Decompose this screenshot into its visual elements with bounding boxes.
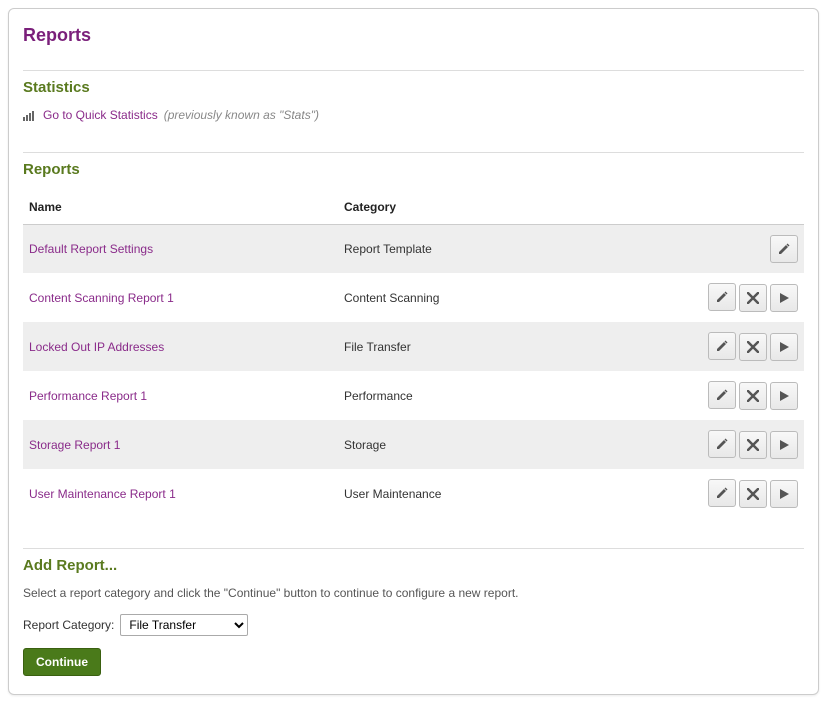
report-category-cell: Report Template	[338, 225, 684, 274]
x-icon	[747, 341, 759, 353]
play-icon	[778, 439, 790, 451]
play-icon	[778, 488, 790, 500]
pencil-icon	[715, 339, 729, 353]
report-name-link[interactable]: Default Report Settings	[29, 242, 153, 256]
delete-button[interactable]	[739, 431, 767, 459]
edit-button[interactable]	[708, 332, 736, 360]
statistics-row: Go to Quick Statistics (previously known…	[23, 108, 804, 122]
report-name-link[interactable]: Performance Report 1	[29, 389, 147, 403]
table-row: Locked Out IP Addresses File Transfer	[23, 322, 804, 371]
report-category-cell: Content Scanning	[338, 273, 684, 322]
delete-button[interactable]	[739, 480, 767, 508]
report-category-cell: User Maintenance	[338, 469, 684, 518]
continue-button[interactable]: Continue	[23, 648, 101, 676]
column-actions-header	[684, 190, 804, 225]
pencil-icon	[715, 290, 729, 304]
edit-button[interactable]	[770, 235, 798, 263]
report-name-link[interactable]: Content Scanning Report 1	[29, 291, 174, 305]
report-actions-cell	[684, 469, 804, 518]
divider	[23, 152, 804, 153]
play-icon	[778, 292, 790, 304]
pencil-icon	[777, 242, 791, 256]
edit-button[interactable]	[708, 479, 736, 507]
table-row: Default Report Settings Report Template	[23, 225, 804, 274]
statistics-hint: (previously known as "Stats")	[164, 108, 319, 122]
page-title: Reports	[23, 25, 804, 46]
reports-heading: Reports	[23, 161, 804, 178]
x-icon	[747, 439, 759, 451]
x-icon	[747, 292, 759, 304]
run-button[interactable]	[770, 480, 798, 508]
report-category-label: Report Category:	[23, 618, 114, 632]
report-name-link[interactable]: User Maintenance Report 1	[29, 487, 176, 501]
delete-button[interactable]	[739, 382, 767, 410]
run-button[interactable]	[770, 382, 798, 410]
column-name-header: Name	[23, 190, 338, 225]
edit-button[interactable]	[708, 381, 736, 409]
report-category-cell: File Transfer	[338, 322, 684, 371]
report-actions-cell	[684, 273, 804, 322]
report-category-cell: Performance	[338, 371, 684, 420]
divider	[23, 70, 804, 71]
pencil-icon	[715, 437, 729, 451]
table-row: Performance Report 1 Performance	[23, 371, 804, 420]
run-button[interactable]	[770, 333, 798, 361]
statistics-heading: Statistics	[23, 79, 804, 96]
add-report-heading: Add Report...	[23, 557, 804, 574]
pencil-icon	[715, 388, 729, 402]
edit-button[interactable]	[708, 283, 736, 311]
x-icon	[747, 390, 759, 402]
column-category-header: Category	[338, 190, 684, 225]
divider	[23, 548, 804, 549]
report-actions-cell	[684, 371, 804, 420]
table-row: User Maintenance Report 1 User Maintenanc…	[23, 469, 804, 518]
play-icon	[778, 390, 790, 402]
bars-icon	[23, 109, 37, 121]
run-button[interactable]	[770, 284, 798, 312]
delete-button[interactable]	[739, 333, 767, 361]
play-icon	[778, 341, 790, 353]
table-row: Storage Report 1 Storage	[23, 420, 804, 469]
report-actions-cell	[684, 322, 804, 371]
run-button[interactable]	[770, 431, 798, 459]
reports-table: Name Category Default Report Settings Rep…	[23, 190, 804, 518]
reports-page: Reports Statistics Go to Quick Statistic…	[8, 8, 819, 695]
report-actions-cell	[684, 420, 804, 469]
report-name-link[interactable]: Storage Report 1	[29, 438, 120, 452]
add-report-description: Select a report category and click the "…	[23, 586, 804, 600]
report-category-cell: Storage	[338, 420, 684, 469]
edit-button[interactable]	[708, 430, 736, 458]
delete-button[interactable]	[739, 284, 767, 312]
report-name-link[interactable]: Locked Out IP Addresses	[29, 340, 164, 354]
pencil-icon	[715, 486, 729, 500]
table-row: Content Scanning Report 1 Content Scannin…	[23, 273, 804, 322]
quick-statistics-link[interactable]: Go to Quick Statistics	[43, 108, 158, 122]
x-icon	[747, 488, 759, 500]
report-actions-cell	[684, 225, 804, 274]
